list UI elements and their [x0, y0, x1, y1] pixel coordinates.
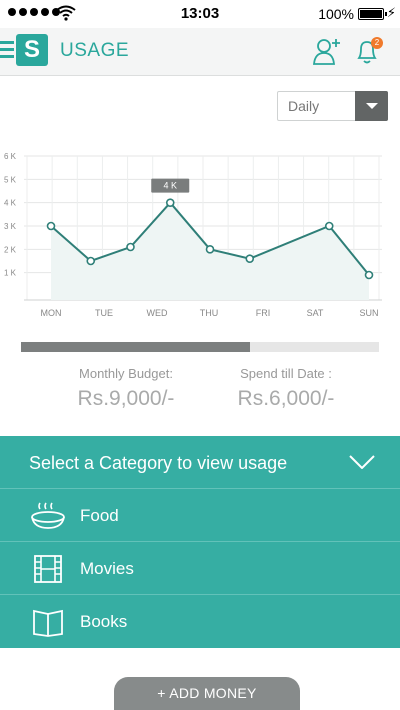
y-tick-label: 1 K	[4, 269, 17, 278]
menu-icon[interactable]	[0, 41, 14, 61]
x-tick-label: WED	[147, 308, 168, 318]
data-point	[126, 242, 135, 252]
page-title: USAGE	[60, 40, 130, 61]
data-point	[245, 254, 255, 263]
spend-till-date-label: Spend till Date :	[240, 366, 332, 381]
budget-progress-bar	[21, 342, 379, 352]
y-tick-label: 5 K	[4, 175, 17, 184]
y-tick-label: 2 K	[4, 245, 17, 254]
category-label-books: Books	[80, 612, 128, 631]
x-tick-label: SAT	[307, 308, 324, 318]
x-tick-label: MON	[41, 308, 62, 318]
spend-till-date: Spend till Date : Rs.6,000/-	[196, 366, 376, 411]
monthly-budget: Monthly Budget: Rs.9,000/-	[36, 366, 216, 411]
battery-percent: 100%	[318, 6, 354, 22]
data-point	[364, 270, 374, 280]
monthly-budget-value: Rs.9,000/-	[77, 387, 175, 410]
x-tick-label: THU	[200, 308, 219, 318]
chevron-down-icon[interactable]	[349, 455, 375, 469]
battery-icon	[358, 8, 387, 20]
add-user-icon[interactable]	[312, 36, 342, 66]
app-bar: S USAGE 2	[0, 28, 400, 76]
spend-till-date-value: Rs.6,000/-	[237, 387, 335, 410]
notification-badge: 2	[371, 37, 383, 49]
category-item-movies[interactable]: Movies	[0, 543, 400, 595]
category-label-food: Food	[80, 506, 119, 525]
food-bowl-icon	[31, 502, 65, 529]
open-book-icon	[33, 609, 63, 637]
dropdown-arrow-icon[interactable]	[355, 91, 388, 121]
y-tick-label: 6 K	[4, 152, 17, 161]
film-strip-icon	[34, 555, 62, 583]
data-point	[205, 245, 215, 254]
y-tick-label: 3 K	[4, 222, 17, 231]
category-item-food[interactable]: Food	[0, 490, 400, 542]
data-point	[165, 198, 175, 207]
x-tick-label: FRI	[256, 308, 271, 318]
data-point	[46, 221, 56, 231]
category-label-movies: Movies	[80, 559, 134, 578]
x-tick-label: SUN	[359, 308, 378, 318]
status-bar: 13:03 100% ⚡	[0, 0, 400, 28]
usage-line-chart: 1 K 2 K 3 K 4 K 5 K 6 K 4 K MON TUE WED THU FRI SAT S…	[4, 152, 382, 318]
add-money-button[interactable]: + ADD MONEY	[114, 677, 300, 710]
category-select-label: Select a Category to view usage	[29, 453, 288, 473]
charging-icon: ⚡	[386, 5, 396, 20]
budget-progress-fill	[21, 342, 251, 352]
category-select-header[interactable]: Select a Category to view usage	[0, 436, 400, 489]
y-tick-label: 4 K	[4, 199, 17, 208]
data-point	[86, 256, 96, 266]
monthly-budget-label: Monthly Budget:	[79, 366, 173, 381]
highlight-tooltip-label: 4 K	[163, 181, 177, 191]
category-panel: Select a Category to view usage Food Mov…	[0, 436, 400, 648]
range-select[interactable]: Daily	[277, 91, 388, 121]
range-select-value: Daily	[288, 98, 320, 114]
app-logo: S	[16, 34, 48, 66]
data-point	[324, 221, 334, 231]
x-tick-label: TUE	[95, 308, 113, 318]
category-item-books[interactable]: Books	[0, 596, 400, 648]
